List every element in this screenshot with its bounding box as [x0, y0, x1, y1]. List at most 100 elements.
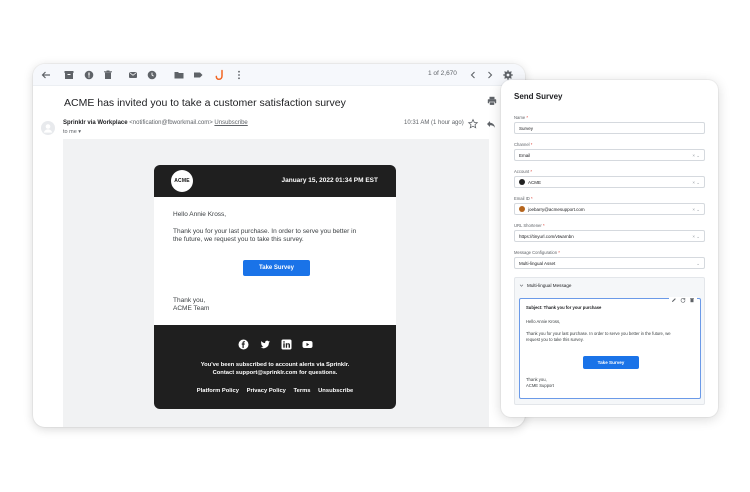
clear-icon[interactable]: ×: [692, 207, 695, 212]
name-label-text: Name: [514, 115, 526, 120]
recipient-label: to me: [63, 129, 77, 135]
message-line-1: Thank you for your last purchase. In ord…: [526, 331, 671, 336]
channel-select-value: Email: [519, 152, 531, 158]
send-survey-panel: Send Survey Name * Survey Channel * Emai…: [501, 80, 718, 417]
email-date: January 15, 2022 01:34 PM EST: [281, 177, 378, 184]
move-to-icon[interactable]: [173, 69, 185, 81]
message-signoff-1: Thank you,: [526, 377, 547, 382]
email-client-window: 1 of 2,670 ACME has invited you to take …: [33, 64, 525, 427]
email-line-1: Thank you for your last purchase. In ord…: [173, 228, 357, 235]
message-line-2: request you to take this survey.: [526, 337, 584, 342]
footer-note-line-2: Contact support@sprinklr.com for questio…: [212, 369, 338, 376]
more-options-icon[interactable]: [233, 69, 245, 81]
snooze-icon[interactable]: [146, 69, 158, 81]
email-line-2: the future, we request you to take this …: [173, 236, 304, 243]
prev-icon[interactable]: [467, 69, 479, 81]
label-icon[interactable]: [192, 69, 204, 81]
sender-email: <notification@fbworkmail.com>: [129, 120, 213, 126]
archive-icon[interactable]: [63, 69, 75, 81]
acme-logo: ACME: [171, 170, 193, 192]
terms-link[interactable]: Terms: [294, 388, 311, 394]
refresh-icon[interactable]: [680, 297, 686, 303]
footer-links: Platform Policy Privacy Policy Terms Uns…: [154, 388, 396, 394]
youtube-icon[interactable]: [302, 339, 313, 350]
back-icon[interactable]: [40, 69, 52, 81]
star-icon[interactable]: [467, 118, 479, 130]
url-shortener-select[interactable]: https://tinyurl.com/vtwarnbn × ⌄: [514, 230, 705, 242]
required-mark: *: [542, 223, 545, 228]
message-signoff-2: ACME Support: [526, 383, 554, 388]
account-label-text: Account: [514, 169, 530, 174]
channel-select-controls: × ⌄: [692, 153, 700, 159]
required-mark: *: [531, 196, 533, 201]
reply-icon[interactable]: [485, 118, 497, 130]
message-config-select-controls: ⌄: [696, 261, 700, 267]
platform-policy-link[interactable]: Platform Policy: [197, 388, 239, 394]
delete-icon[interactable]: [102, 69, 114, 81]
chevron-down-icon[interactable]: ⌄: [696, 207, 700, 212]
email-id-select[interactable]: joebarry@acmesupport.com × ⌄: [514, 203, 705, 215]
footer-unsubscribe-link[interactable]: Unsubscribe: [318, 388, 353, 394]
take-survey-button[interactable]: Take Survey: [243, 260, 310, 276]
message-config-label-text: Message Configuration: [514, 250, 558, 255]
panel-title: Send Survey: [514, 92, 563, 101]
report-spam-icon[interactable]: [83, 69, 95, 81]
email-timestamp: 10:31 AM (1 hour ago): [404, 120, 464, 126]
next-icon[interactable]: [484, 69, 496, 81]
sprinklr-icon[interactable]: [214, 69, 226, 81]
account-select-controls: × ⌄: [692, 180, 700, 186]
twitter-icon[interactable]: [260, 339, 271, 350]
account-select[interactable]: ACME × ⌄: [514, 176, 705, 188]
multilingual-section: Multi-lingual Message Subject: Thank you…: [514, 277, 705, 405]
url-shortener-label: URL Shortener *: [514, 223, 545, 228]
print-icon[interactable]: [486, 95, 498, 107]
url-shortener-select-value: https://tinyurl.com/vtwarnbn: [519, 233, 574, 239]
email-id-label: Email ID *: [514, 196, 533, 201]
name-label: Name *: [514, 115, 528, 120]
privacy-policy-link[interactable]: Privacy Policy: [247, 388, 286, 394]
email-signoff-2: ACME Team: [173, 305, 210, 312]
clear-icon[interactable]: ×: [692, 234, 695, 239]
required-mark: *: [530, 169, 532, 174]
chevron-down-icon[interactable]: ⌄: [696, 261, 700, 266]
message-greeting: Hello Annie Kross,: [526, 319, 561, 324]
editor-toolbar: [669, 297, 697, 303]
delete-icon[interactable]: [689, 297, 695, 303]
email-id-select-value: joebarry@acmesupport.com: [528, 206, 585, 212]
email-id-label-text: Email ID: [514, 196, 530, 201]
required-mark: *: [558, 250, 560, 255]
account-avatar: [519, 179, 525, 185]
message-editor[interactable]: Subject: Thank you for your purchase Hel…: [519, 297, 701, 399]
unsubscribe-link[interactable]: Unsubscribe: [214, 120, 247, 126]
multilingual-section-header[interactable]: Multi-lingual Message: [515, 278, 704, 293]
message-config-label: Message Configuration *: [514, 250, 560, 255]
email-signoff-1: Thank you,: [173, 297, 206, 304]
edit-icon[interactable]: [671, 297, 677, 303]
email-subject: ACME has invited you to take a customer …: [64, 97, 346, 109]
channel-select[interactable]: Email × ⌄: [514, 149, 705, 161]
email-card: ACME January 15, 2022 01:34 PM EST Hello…: [154, 165, 396, 409]
account-select-value: ACME: [528, 179, 542, 185]
message-take-survey-button[interactable]: Take Survey: [583, 356, 639, 369]
channel-label-text: Channel: [514, 142, 530, 147]
clear-icon[interactable]: ×: [692, 180, 695, 185]
url-shortener-select-controls: × ⌄: [692, 234, 700, 240]
footer-note: You've been subscribed to account alerts…: [154, 362, 396, 377]
mark-unread-icon[interactable]: [127, 69, 139, 81]
sender-name: Sprinklr via Workplace: [63, 120, 128, 126]
clear-icon[interactable]: ×: [692, 153, 695, 158]
message-config-select[interactable]: Multi-lingual Asset ⌄: [514, 257, 705, 269]
chevron-down-icon[interactable]: ⌄: [696, 234, 700, 239]
email-toolbar: 1 of 2,670: [33, 64, 525, 86]
chevron-down-icon[interactable]: ⌄: [696, 153, 700, 158]
facebook-icon[interactable]: [238, 339, 249, 350]
account-label: Account *: [514, 169, 532, 174]
linkedin-icon[interactable]: [281, 339, 292, 350]
chevron-down-icon[interactable]: ⌄: [696, 180, 700, 185]
footer-note-line-1: You've been subscribed to account alerts…: [200, 362, 350, 368]
recipient-dropdown[interactable]: to me ▾: [63, 129, 81, 135]
email-card-header: ACME January 15, 2022 01:34 PM EST: [154, 165, 396, 197]
name-field[interactable]: Survey: [514, 122, 705, 134]
email-id-select-controls: × ⌄: [692, 207, 700, 213]
collapse-chevron-icon[interactable]: [519, 283, 524, 288]
